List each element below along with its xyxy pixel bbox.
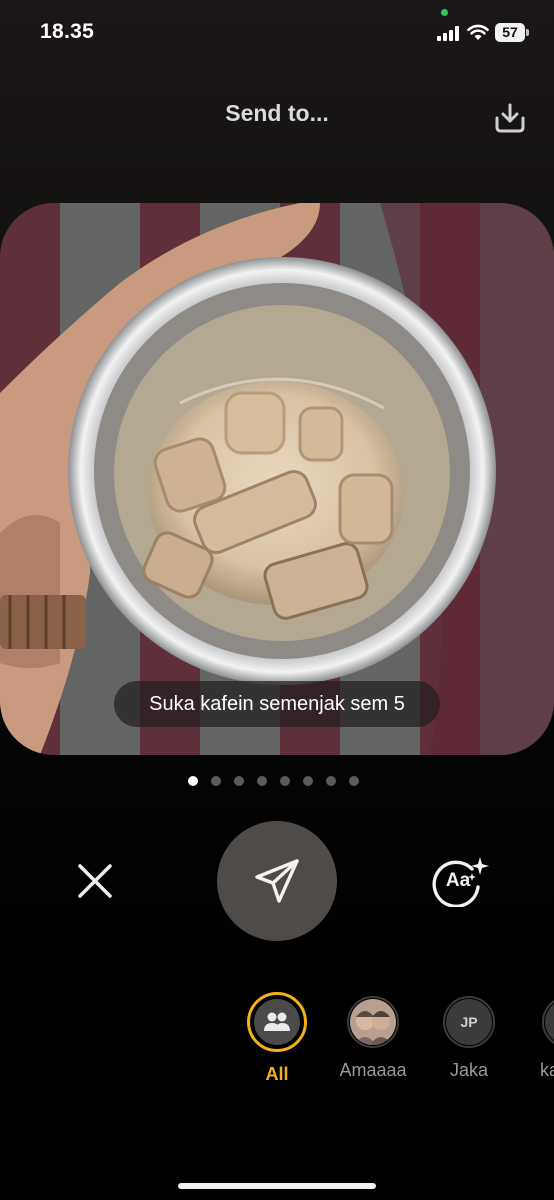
battery-cap [526,29,529,36]
photo-caption[interactable]: Suka kafein semenjak sem 5 [114,681,440,727]
close-icon [78,864,112,898]
send-button[interactable] [217,821,337,941]
page-dot[interactable] [188,776,198,786]
recipient-label: ka [540,1060,554,1080]
avatar-initials: JP [446,999,492,1045]
recipient-all[interactable]: All [232,992,322,1085]
page-dot[interactable] [303,776,313,786]
signal-icon [437,26,459,41]
photo-preview[interactable] [0,203,554,755]
text-tool-label: Aa [445,870,471,891]
paper-plane-icon [255,859,299,903]
avatar-ring [347,996,399,1048]
page-dot[interactable] [211,776,221,786]
download-icon [495,103,525,133]
privacy-indicator-dot [441,9,448,16]
people-icon [264,1012,290,1031]
close-button[interactable] [72,858,118,904]
avatar-ring: JP [443,996,495,1048]
recipient-label: Jaka [449,1060,489,1080]
recipient-label: Amaaaa [339,1060,407,1080]
recipient-partial[interactable]: ka [520,992,554,1081]
photo-image [0,203,554,755]
status-bar: 18.35 57 [0,0,554,70]
status-time: 18.35 [40,20,95,43]
recipient-amaaaa[interactable]: Amaaaa [328,992,418,1081]
battery-icon: 57 [495,23,525,42]
avatar-ring [247,992,307,1052]
recipient-list: All Amaaaa JP Jaka k [0,992,554,1092]
avatar [254,999,300,1045]
download-button[interactable] [490,98,530,138]
page-dot[interactable] [326,776,336,786]
avatar [350,999,396,1045]
page-dot[interactable] [234,776,244,786]
page-title: Send to... [225,100,329,126]
wifi-icon [467,24,489,40]
recipient-label: All [265,1064,289,1084]
page-dot[interactable] [257,776,267,786]
text-tool-button[interactable]: Aa [428,855,490,908]
home-indicator [178,1183,376,1189]
page-dot[interactable] [349,776,359,786]
avatar-photo [350,999,396,1045]
page-indicator [188,776,359,788]
page-dot[interactable] [280,776,290,786]
avatar [545,999,554,1045]
avatar-ring [542,996,554,1048]
recipient-jaka[interactable]: JP Jaka [424,992,514,1081]
